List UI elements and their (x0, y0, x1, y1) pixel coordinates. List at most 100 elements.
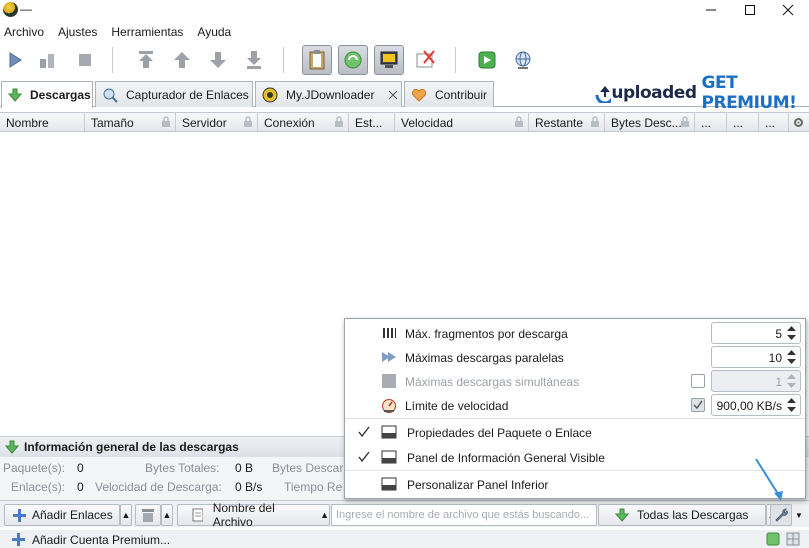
clipboard-icon (309, 50, 325, 70)
tab-capturador[interactable]: Capturador de Enlaces (95, 81, 253, 107)
simultaneous-downloads-icon (382, 374, 396, 388)
reconnect-button[interactable] (508, 45, 538, 75)
move-down-button[interactable] (203, 45, 233, 75)
tab-myjdownloader[interactable]: My.JDownloader (255, 81, 402, 107)
column-servidor[interactable]: Servidor (176, 113, 258, 132)
column-tamano[interactable]: Tamaño (85, 113, 176, 132)
toolbar (0, 42, 809, 79)
sort-by-selector[interactable]: Nombre del Archivo ▲ (177, 501, 330, 529)
column-settings-button[interactable] (789, 113, 809, 132)
parallel-downloads-icon (382, 352, 396, 362)
delete-dropdown[interactable]: ▲ (161, 504, 173, 526)
add-premium-account-link[interactable]: Añadir Cuenta Premium... (32, 533, 170, 547)
menu-herramientas[interactable]: Herramientas (107, 22, 191, 42)
move-top-button[interactable] (131, 45, 161, 75)
move-bottom-button[interactable] (239, 45, 269, 75)
add-links-button[interactable]: Añadir Enlaces (4, 504, 120, 526)
silent-mode-toggle[interactable] (410, 45, 440, 75)
play-icon (9, 52, 22, 68)
status-reconnect-icon (766, 532, 780, 546)
stop-icon (79, 54, 91, 66)
max-simultaneous-spinner: 1 (711, 370, 801, 392)
pause-downloads-button[interactable] (32, 45, 62, 75)
settings-dropdown[interactable]: ▼ (793, 504, 805, 526)
checkmark-icon (358, 426, 370, 438)
max-simultaneous-checkbox[interactable] (691, 374, 705, 388)
menu-ajustes[interactable]: Ajustes (54, 22, 105, 42)
info-panel-visible-item[interactable]: Panel de Información General Visible (345, 446, 805, 469)
close-button[interactable] (765, 0, 809, 20)
globe-icon (515, 51, 531, 69)
column-restante[interactable]: Restante (529, 113, 605, 132)
update-button[interactable] (472, 45, 502, 75)
maximize-icon (745, 5, 755, 15)
max-parallel-spinner[interactable]: 10 (711, 346, 801, 368)
start-downloads-button[interactable] (0, 45, 30, 75)
premium-icon (380, 51, 398, 68)
speed-limit-row: Límite de velocidad 900,00 KB/s (345, 394, 805, 417)
wrench-icon (775, 508, 788, 522)
column-extra-2[interactable]: ... (727, 113, 759, 132)
column-estado[interactable]: Est... (349, 113, 395, 132)
reconnect-icon (344, 51, 362, 69)
panel-icon (381, 477, 397, 491)
status-bar: Añadir Cuenta Premium... (0, 530, 809, 548)
checkmark-icon (693, 400, 703, 410)
arrow-up-icon (174, 52, 190, 68)
clipboard-monitor-toggle[interactable] (302, 45, 332, 75)
lock-icon (335, 116, 343, 127)
tab-contribuir[interactable]: Contribuir (404, 81, 494, 107)
column-nombre[interactable]: Nombre (0, 113, 85, 132)
move-up-button[interactable] (167, 45, 197, 75)
plus-icon (12, 533, 25, 546)
heart-icon (411, 88, 427, 102)
packages-label: Paquete(s): (3, 461, 66, 475)
tab-label: Capturador de Enlaces (126, 87, 249, 102)
chunks-icon (383, 328, 396, 338)
menu-archivo[interactable]: Archivo (0, 22, 52, 42)
column-extra-3[interactable]: ... (759, 113, 789, 132)
window-close-red-icon (416, 50, 435, 68)
chevron-up-icon: ▲ (320, 510, 329, 520)
download-arrow-icon (615, 508, 629, 522)
update-icon (478, 51, 496, 69)
filter-selector[interactable]: Todas las Descargas (598, 504, 766, 526)
column-velocidad[interactable]: Velocidad (395, 113, 529, 132)
speed-limit-spinner[interactable]: 900,00 KB/s (711, 394, 801, 416)
lock-icon (681, 116, 689, 127)
myjdownloader-icon (262, 87, 278, 102)
column-bytes-descargados[interactable]: Bytes Desc... (605, 113, 695, 132)
download-table-header: Nombre Tamaño Servidor Conexión Est... V… (0, 112, 809, 132)
download-speed-value: 0 B/s (235, 480, 263, 494)
lock-icon (515, 116, 523, 127)
column-conexion[interactable]: Conexión (258, 113, 349, 132)
speed-limit-checkbox[interactable] (691, 398, 705, 412)
speedometer-icon (382, 399, 396, 413)
tab-descargas[interactable]: Descargas (1, 81, 93, 108)
move-to-top-icon (139, 51, 153, 68)
uploaded-logo-icon (595, 86, 612, 103)
search-input[interactable] (331, 504, 597, 526)
bottom-panel-settings-button[interactable] (770, 504, 792, 526)
total-bytes-value: 0 B (235, 461, 254, 475)
menu-ayuda[interactable]: Ayuda (193, 22, 239, 42)
auto-reconnect-toggle[interactable] (338, 45, 368, 75)
delete-button[interactable] (135, 504, 161, 526)
stop-downloads-button[interactable] (70, 45, 100, 75)
package-properties-item[interactable]: Propiedades del Paquete o Enlace (345, 421, 805, 444)
links-value: 0 (77, 480, 84, 494)
lock-icon (162, 116, 170, 127)
spinner-arrows-icon (787, 326, 796, 340)
premium-toggle[interactable] (374, 45, 404, 75)
max-chunks-spinner[interactable]: 5 (711, 322, 801, 344)
tab-label: My.JDownloader (286, 87, 375, 102)
trash-icon (142, 509, 154, 522)
spinner-arrows-icon (787, 374, 796, 388)
add-links-dropdown[interactable]: ▲ (120, 504, 132, 526)
download-arrow-icon (8, 88, 22, 102)
bottom-bar: Añadir Enlaces ▲ ▲ Nombre del Archivo ▲ … (0, 500, 809, 529)
customize-bottom-panel-item[interactable]: Personalizar Panel Inferior (345, 473, 805, 496)
column-extra-1[interactable]: ... (695, 113, 727, 132)
link-grabber-icon (103, 88, 118, 103)
uploaded-premium-banner[interactable]: uploaded GET PREMIUM! (594, 73, 809, 113)
